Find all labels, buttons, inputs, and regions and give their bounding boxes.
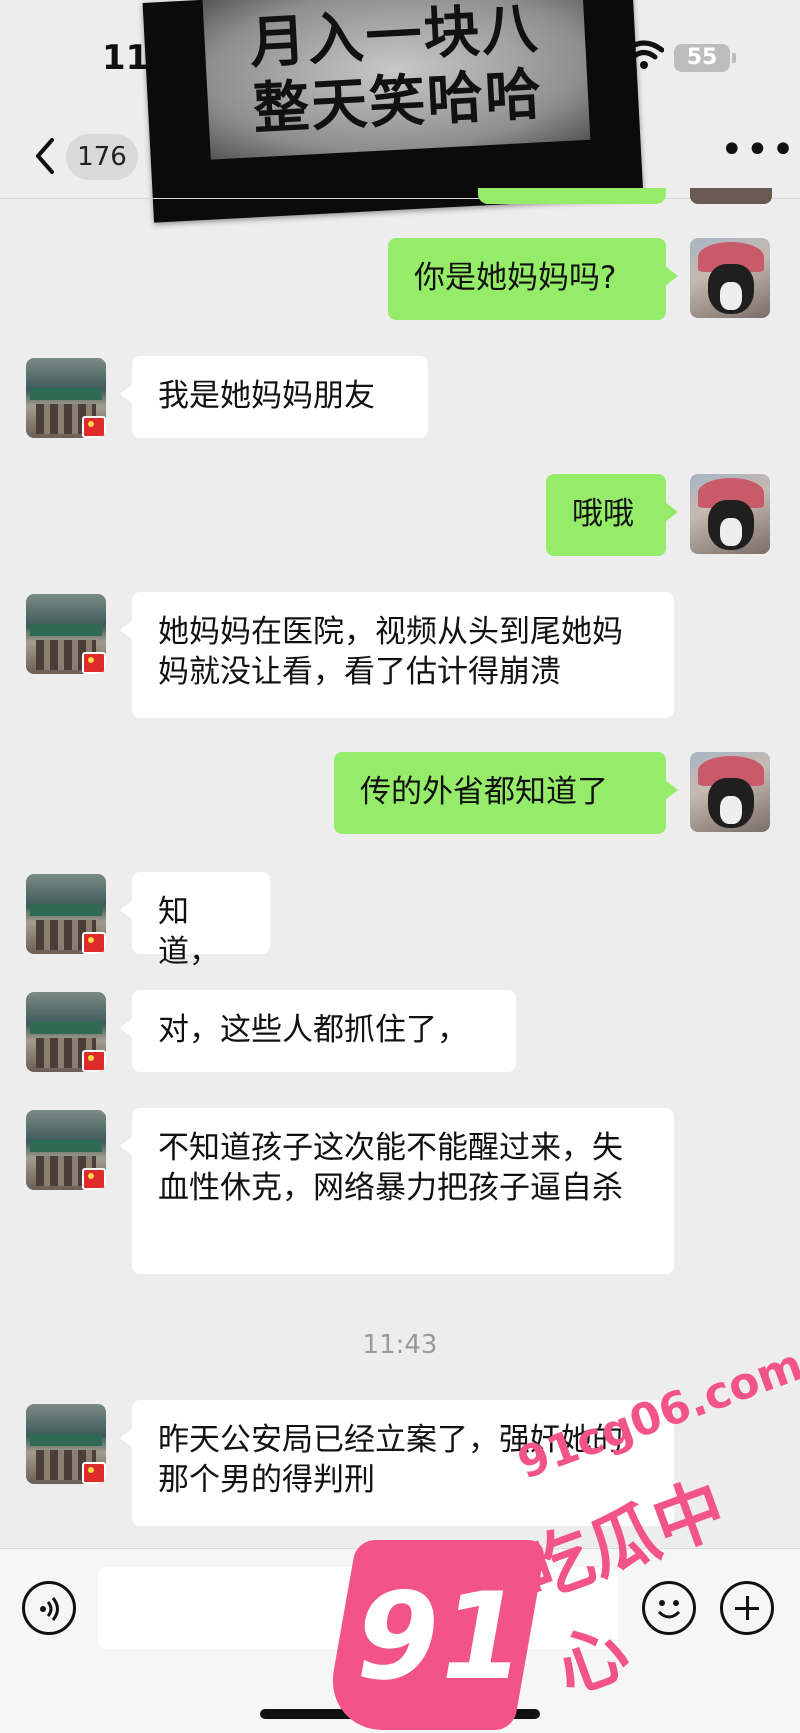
message-bubble-self[interactable]: 传的外省都知道了 xyxy=(334,752,678,834)
message-timestamp: 11:43 xyxy=(362,1330,438,1360)
message-bubble-other[interactable]: 不知道孩子这次能不能醒过来，失血性休克，网络暴力把孩子逼自杀 xyxy=(120,1108,674,1274)
message-bubble-self[interactable]: 哦哦 xyxy=(546,474,678,556)
message-text: 昨天公安局已经立案了，强奸她的那个男的得判刑 xyxy=(158,1422,623,1498)
battery-level: 55 xyxy=(686,45,718,70)
contact-avatar[interactable] xyxy=(26,874,106,954)
contact-avatar[interactable] xyxy=(26,992,106,1072)
previous-avatar xyxy=(690,188,772,204)
self-avatar[interactable] xyxy=(690,238,770,318)
contact-avatar[interactable] xyxy=(26,1110,106,1190)
message-input-bar xyxy=(0,1548,800,1733)
chat-nav-bar: 176 ••• xyxy=(0,110,800,200)
emoji-button[interactable] xyxy=(642,1581,696,1635)
voice-icon xyxy=(40,1597,59,1621)
message-bubble-other[interactable]: 我是她妈妈朋友 xyxy=(120,356,428,438)
message-text: 她妈妈在医院，视频从头到尾她妈妈就没让看，看了估计得崩溃 xyxy=(158,614,623,690)
message-text: 知道， xyxy=(158,894,220,970)
previous-message-bubble xyxy=(478,188,666,204)
flag-icon xyxy=(82,652,106,674)
message-bubble-other[interactable]: 对，这些人都抓住了， xyxy=(120,990,516,1072)
message-bubble-other[interactable]: 她妈妈在医院，视频从头到尾她妈妈就没让看，看了估计得崩溃 xyxy=(120,592,674,718)
emoji-icon xyxy=(657,1600,681,1619)
message-bubble-other[interactable]: 昨天公安局已经立案了，强奸她的那个男的得判刑 xyxy=(120,1400,674,1526)
home-indicator[interactable] xyxy=(260,1709,540,1719)
back-chevron-icon[interactable] xyxy=(30,136,60,176)
add-attachment-button[interactable] xyxy=(720,1581,774,1635)
message-input[interactable] xyxy=(98,1567,618,1649)
voice-input-button[interactable] xyxy=(22,1581,76,1635)
flag-icon xyxy=(82,1050,106,1072)
contact-avatar[interactable] xyxy=(26,594,106,674)
message-text: 你是她妈妈吗? xyxy=(414,260,617,296)
flag-icon xyxy=(82,1462,106,1484)
self-avatar[interactable] xyxy=(690,752,770,832)
message-text: 哦哦 xyxy=(572,496,634,532)
message-text: 对，这些人都抓住了， xyxy=(158,1012,468,1048)
self-avatar[interactable] xyxy=(690,474,770,554)
flag-icon xyxy=(82,416,106,438)
message-text: 不知道孩子这次能不能醒过来，失血性休克，网络暴力把孩子逼自杀 xyxy=(158,1130,623,1206)
message-bubble-self[interactable]: 你是她妈妈吗? xyxy=(388,238,678,320)
nav-divider xyxy=(0,198,800,199)
message-text: 我是她妈妈朋友 xyxy=(158,378,375,414)
flag-icon xyxy=(82,1168,106,1190)
message-bubble-other[interactable]: 知道， xyxy=(120,872,270,970)
unread-count-badge[interactable]: 176 xyxy=(66,134,138,180)
message-text: 传的外省都知道了 xyxy=(360,774,608,810)
contact-avatar[interactable] xyxy=(26,358,106,438)
battery-icon: 55 xyxy=(674,44,736,72)
flag-icon xyxy=(82,932,106,954)
contact-avatar[interactable] xyxy=(26,1404,106,1484)
more-options-icon[interactable]: ••• xyxy=(720,130,795,170)
